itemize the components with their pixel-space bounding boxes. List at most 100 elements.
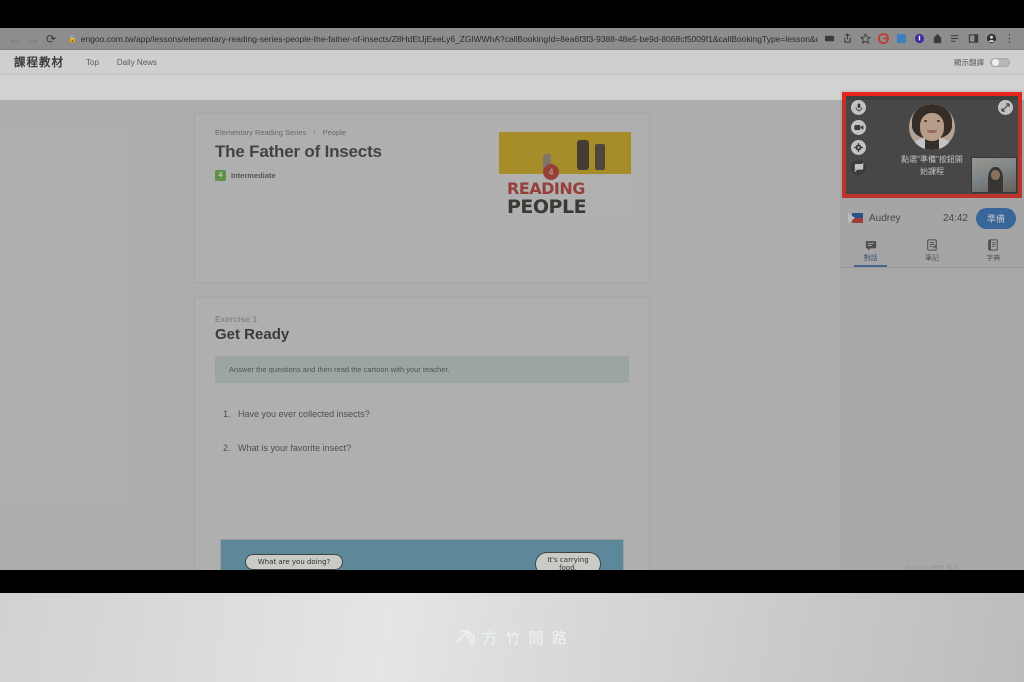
microphone-icon [855,103,862,112]
question-item: 2. What is your favorite insect? [215,443,629,453]
hero-figure-adult [577,140,589,170]
ready-button[interactable]: 準備 [975,207,1016,229]
breadcrumb-series[interactable]: Elementary Reading Series [215,128,306,137]
exercise-card: Exercise 1 Get Ready Answer the question… [194,297,650,570]
tutor-name: Audrey [869,212,901,224]
watermark-text: 方 竹 問 路 [482,630,569,647]
exercise-instruction: Answer the questions and then read the c… [215,356,629,383]
screen-root: ← → ⟳ 🔒 engoo.com.tw/app/lessons/element… [0,0,1024,682]
watermark: 方 竹 問 路 [455,627,569,648]
question-number: 1. [223,409,231,419]
share-icon[interactable] [842,33,853,44]
breadcrumb-category[interactable]: People [323,128,346,137]
bottom-black-band [0,570,1024,593]
forward-arrow-icon[interactable]: → [24,30,42,48]
site-brand[interactable]: 課程教材 [14,54,64,70]
arrow-logo-icon [456,629,475,645]
lesson-side-panel: 點選"準備"按鈕開 始課程 Audrey 24:42 準備 對話 筆記 字典 B… [840,90,1024,570]
video-call-area: 點選"準備"按鈕開 始課程 [842,92,1022,198]
avatar-mouth [927,130,937,133]
hero-people-text: PEOPLE [507,196,587,218]
browser-toolbar: ← → ⟳ 🔒 engoo.com.tw/app/lessons/element… [0,28,1024,50]
three-dot-menu-icon[interactable]: ⋮ [1004,33,1015,44]
gear-icon [854,143,863,152]
toolbar-extension-icons: ⋮ [824,33,1018,44]
avatar-eye-left [924,120,927,122]
cartoon-speech-bubble: It's carrying food. [535,552,601,570]
lesson-hero-image: 4 READING PEOPLE [499,132,631,220]
cartoon-image: What are you doing? What is it doing? It… [220,539,624,570]
tab-dictionary[interactable]: 字典 [963,234,1024,267]
level-number-badge: 4 [215,170,226,181]
question-text: What is your favorite insect? [238,443,352,453]
self-view-thumbnail[interactable] [971,157,1017,193]
grammarly-extension-icon[interactable] [878,33,889,44]
tab-chat-label: 對話 [863,254,878,262]
lesson-content: Elementary Reading Series / People The F… [0,75,845,570]
question-text: Have you ever collected insects? [238,409,370,419]
browser-title-bar [0,0,1024,28]
flag-triangle [848,213,855,223]
lesson-hero-card: Elementary Reading Series / People The F… [194,113,650,283]
chat-join-notice: Bamboo 剛剛 進入 [905,565,959,570]
exercise-title: Get Ready [215,326,290,343]
question-list: 1. Have you ever collected insects? 2. W… [215,409,629,453]
lock-icon: 🔒 [68,35,77,43]
philippines-flag-icon [848,213,863,223]
translate-label: 顯示翻譯 [954,57,984,67]
session-timer: 24:42 [942,212,968,224]
settings-button[interactable] [851,140,866,155]
site-nav-bar: 課程教材 Top Daily News 顯示翻譯 [0,50,1024,75]
bottom-watermark-area: 方 竹 問 路 [0,593,1024,682]
hero-figure-second [595,144,605,170]
list-extension-icon[interactable] [950,33,961,44]
dictionary-icon [988,238,999,251]
sidepanel-icon[interactable] [968,33,979,44]
call-control-bar [851,100,866,175]
expand-arrows-icon [1001,103,1010,112]
notes-icon [927,238,937,251]
translate-extension-icon[interactable] [896,33,907,44]
hero-badge: 4 [543,164,559,180]
tab-notes[interactable]: 筆記 [901,234,962,267]
exercise-label: Exercise 1 [215,314,258,324]
pinterest-extension-icon[interactable] [932,33,943,44]
question-number: 2. [223,443,231,453]
toggle-knob [992,59,999,66]
info-extension-icon[interactable] [914,33,925,44]
screen-share-off-icon [853,163,864,172]
media-cast-icon[interactable] [824,33,835,44]
tab-chat[interactable]: 對話 [840,234,901,267]
session-info-row: Audrey 24:42 準備 [840,202,1024,234]
address-bar[interactable]: 🔒 engoo.com.tw/app/lessons/elementary-re… [68,30,818,47]
tutor-avatar [909,104,955,150]
expand-video-button[interactable] [998,100,1013,115]
address-bar-url: engoo.com.tw/app/lessons/elementary-read… [80,33,818,44]
bookmark-star-icon[interactable] [860,33,871,44]
profile-avatar-icon[interactable] [986,33,997,44]
tab-dictionary-label: 字典 [986,254,1001,262]
side-panel-tabs: 對話 筆記 字典 [840,234,1024,268]
cartoon-speech-bubble: What are you doing? [245,554,343,570]
back-arrow-icon[interactable]: ← [6,30,24,48]
title-bar-surface [0,0,1024,28]
site-nav-links: Top Daily News [86,58,157,67]
microphone-button[interactable] [851,100,866,115]
screenshare-off-button[interactable] [851,160,866,175]
self-view-face [991,170,1000,180]
video-stream: 點選"準備"按鈕開 始課程 [846,96,1018,194]
video-camera-icon [853,125,863,130]
chat-message-area: Bamboo 剛剛 進入 [840,268,1024,570]
nav-link-daily-news[interactable]: Daily News [117,58,157,67]
page-viewport: 課程教材 Top Daily News 顯示翻譯 Elementary Read… [0,50,1024,570]
avatar-eye-right [937,120,940,122]
nav-link-top[interactable]: Top [86,58,99,67]
avatar-face [920,113,944,141]
reload-icon[interactable]: ⟳ [42,30,60,48]
translate-toggle[interactable] [990,57,1010,67]
translate-toggle-group: 顯示翻譯 [954,57,1010,68]
breadcrumb-separator: / [313,128,316,137]
camera-button[interactable] [851,120,866,135]
chat-icon [865,240,876,250]
hero-band [499,132,631,176]
